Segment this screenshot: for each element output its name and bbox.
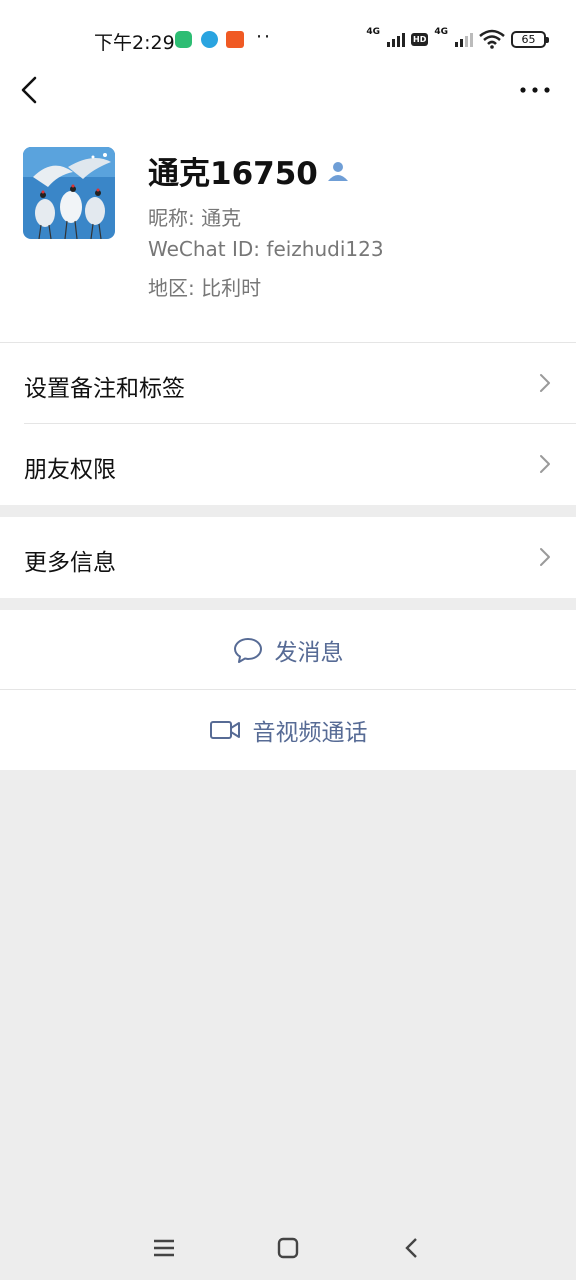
back-arrow-icon[interactable] [16, 72, 46, 108]
contact-person-icon [327, 161, 348, 181]
chevron-right-icon [540, 455, 550, 473]
more-info-label: 更多信息 [24, 550, 116, 576]
signal-icon-2 [455, 31, 473, 47]
more-dots-icon[interactable] [520, 78, 550, 102]
signal-icon-1 [387, 31, 405, 47]
video-call-label: 音视频通话 [252, 720, 368, 746]
send-message-label: 发消息 [274, 640, 344, 666]
send-message-button[interactable]: 发消息 [0, 610, 576, 690]
friend-permissions-row[interactable]: 朋友权限 [0, 424, 576, 505]
telegram-icon [201, 31, 218, 48]
more-info-row[interactable]: 更多信息 [0, 517, 576, 598]
home-icon[interactable] [274, 1234, 302, 1262]
remarks-tags-row[interactable]: 设置备注和标签 [0, 343, 576, 424]
nickname-text: 昵称: 通克 [148, 206, 242, 230]
top-nav [0, 60, 576, 120]
chevron-right-icon [540, 374, 550, 392]
battery-icon: 65 [511, 30, 549, 48]
wechat-id-text: WeChat ID: feizhudi123 [148, 237, 384, 261]
friend-permissions-label: 朋友权限 [24, 457, 116, 483]
menu-icon[interactable] [150, 1234, 178, 1262]
back-icon[interactable] [398, 1234, 426, 1262]
chat-bubble-icon [233, 638, 262, 663]
video-call-button[interactable]: 音视频通话 [0, 690, 576, 770]
avatar[interactable] [23, 147, 115, 239]
system-nav-bar [0, 1212, 576, 1280]
video-camera-icon [209, 721, 240, 739]
name-row: 通克16750 [148, 148, 350, 193]
remarks-tags-label: 设置备注和标签 [24, 376, 185, 402]
app-notification-icon [175, 31, 192, 48]
status-time: 下午2:29 [94, 32, 175, 54]
hd-badge: HD [411, 32, 429, 46]
region-text: 地区: 比利时 [148, 276, 262, 300]
taobao-icon [226, 31, 244, 48]
status-indicators: 4G HD 4G 65 [366, 27, 549, 50]
profile-card: 通克16750 昵称: 通克 WeChat ID: feizhudi123 地区… [0, 120, 576, 342]
network-label-2: 4G [434, 27, 448, 37]
more-notifications-icon: ·· [256, 26, 273, 48]
wifi-icon [479, 29, 505, 49]
chevron-right-icon [540, 548, 550, 566]
contact-name: 通克16750 [148, 156, 318, 192]
network-label-1: 4G [366, 27, 380, 37]
